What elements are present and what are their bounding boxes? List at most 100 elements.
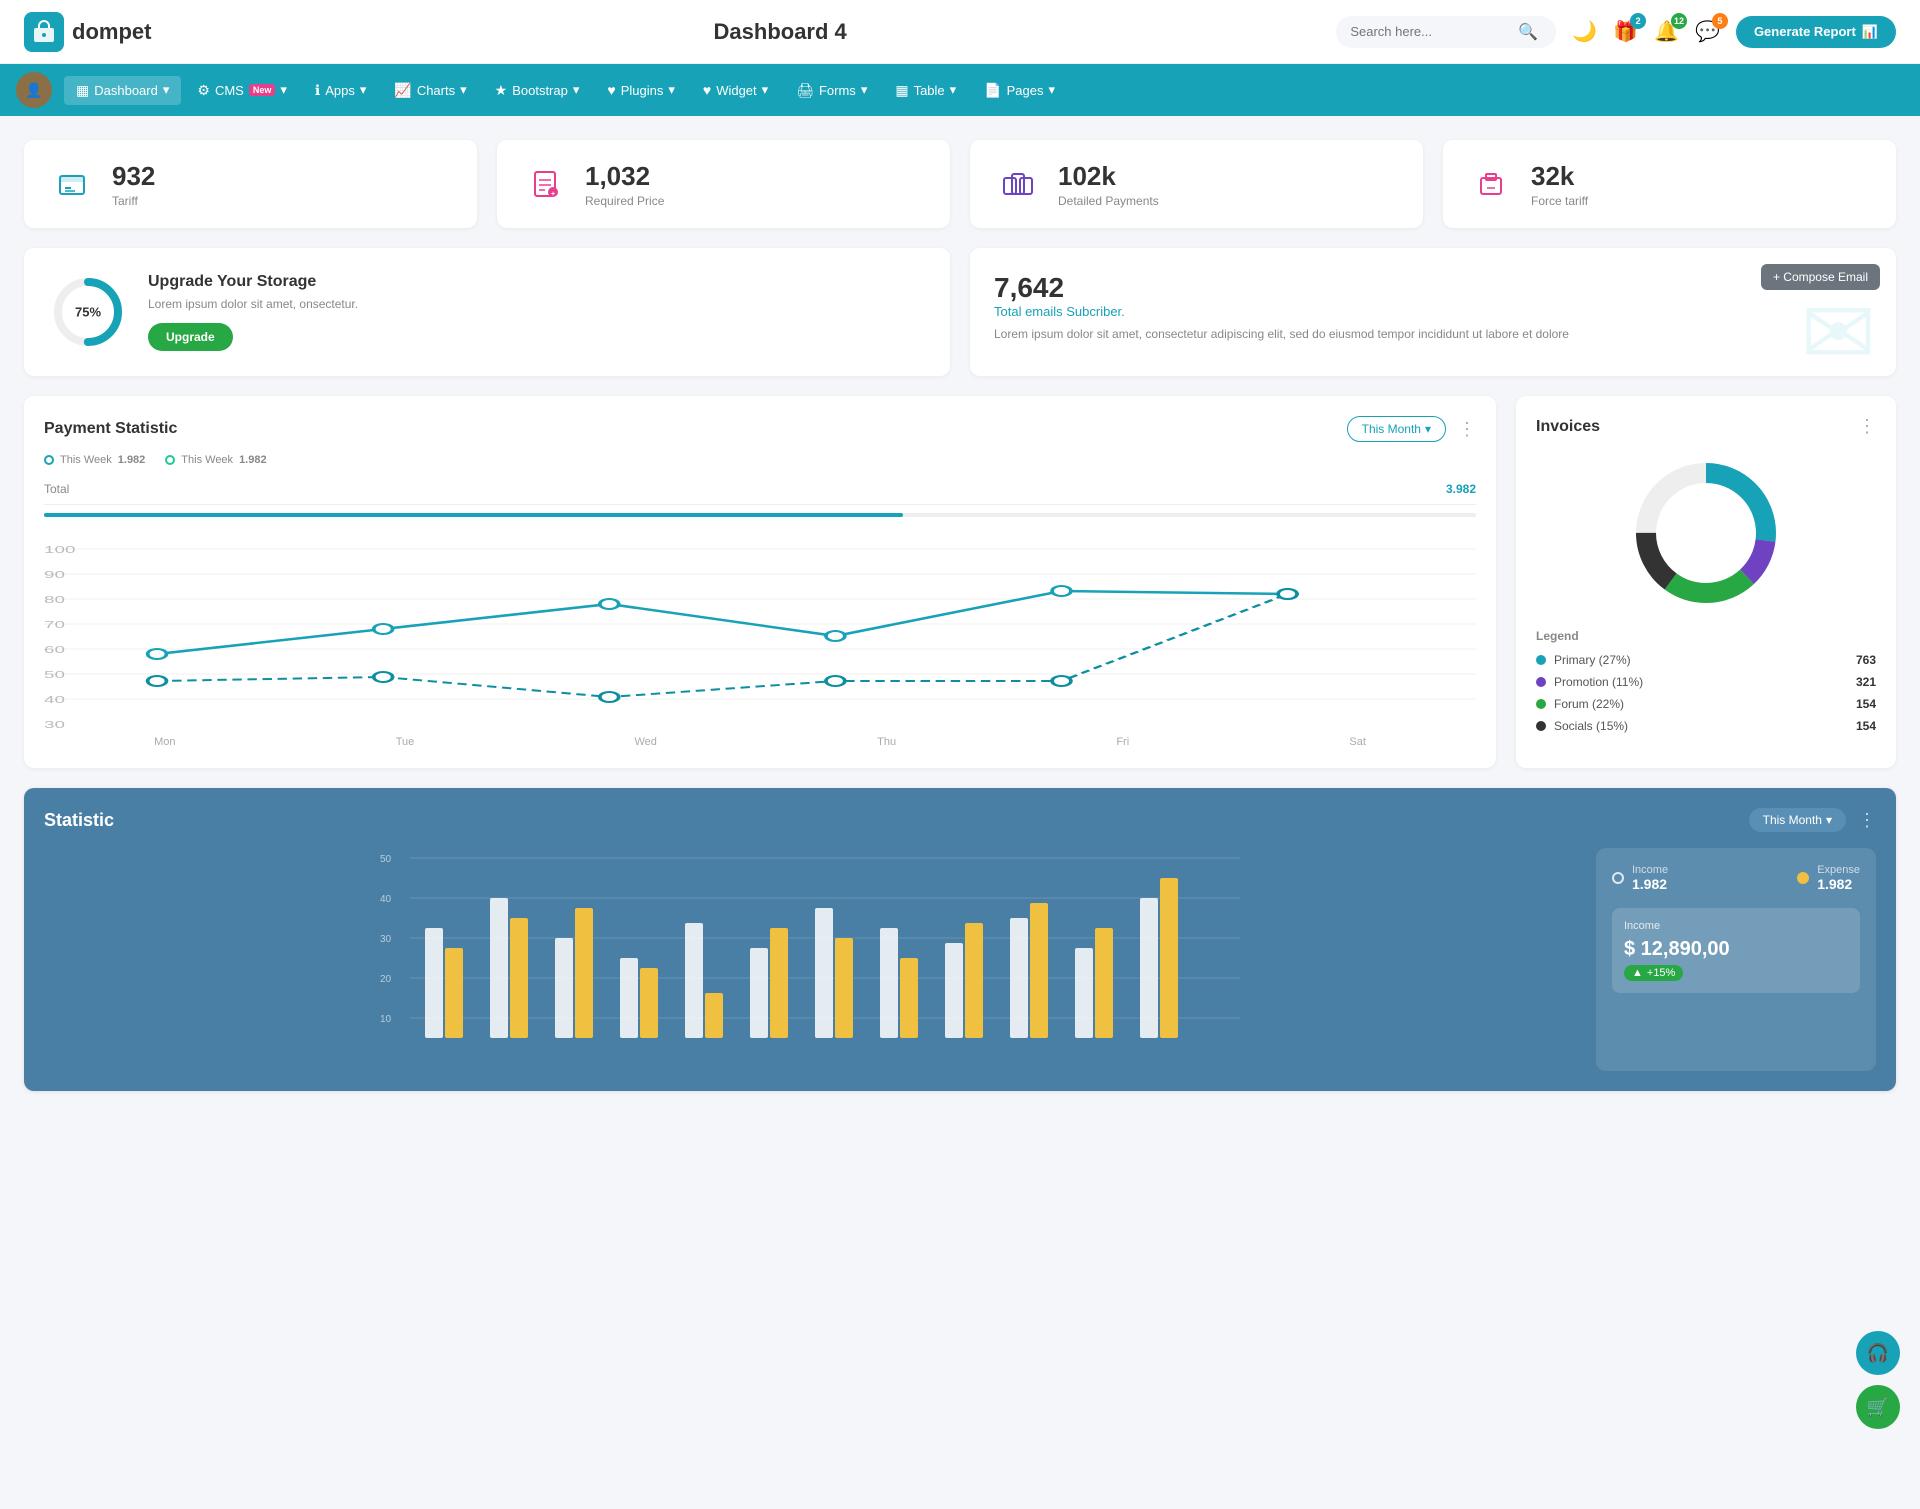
gift-icon-button[interactable]: 🎁 2: [1613, 19, 1638, 44]
apps-nav-icon: ℹ: [315, 82, 320, 99]
middle-row: 75% Upgrade Your Storage Lorem ipsum dol…: [24, 248, 1896, 376]
email-label: Total emails Subcriber.: [994, 304, 1872, 319]
page-title: Dashboard 4: [240, 19, 1320, 45]
bell-icon-button[interactable]: 🔔 12: [1654, 19, 1679, 44]
email-card: + Compose Email 7,642 Total emails Subcr…: [970, 248, 1896, 376]
logo-area: dompet: [24, 12, 224, 52]
chart-header: Payment Statistic This Month ▾ ⋮: [44, 416, 1476, 442]
expense-value: 1.982: [1817, 876, 1860, 892]
bar-chart-svg: 50 40 30 20 10: [44, 848, 1576, 1068]
this-month-label: This Month: [1362, 422, 1421, 436]
payment-statistic-card: Payment Statistic This Month ▾ ⋮ This We…: [24, 396, 1496, 768]
svg-text:30: 30: [44, 719, 65, 729]
income-value: 1.982: [1632, 876, 1668, 892]
bootstrap-chevron-icon: ▾: [573, 82, 580, 98]
forms-nav-label: Forms: [819, 83, 856, 98]
nav-item-widget[interactable]: ♥ Widget ▾: [691, 76, 780, 104]
apps-nav-label: Apps: [325, 83, 355, 98]
tariff-info: 932 Tariff: [112, 161, 155, 208]
stat-card-detailed-payments: 102k Detailed Payments: [970, 140, 1423, 228]
svg-text:80: 80: [44, 594, 65, 605]
dark-mode-icon[interactable]: 🌙: [1572, 19, 1597, 44]
chart-legends: This Week 1.982 This Week 1.982: [44, 454, 1476, 466]
svg-text:20: 20: [380, 974, 392, 985]
this-month-button[interactable]: This Month ▾: [1347, 416, 1446, 442]
bootstrap-nav-icon: ★: [495, 82, 508, 99]
invoices-more-button[interactable]: ⋮: [1858, 416, 1876, 437]
top-header: dompet Dashboard 4 🔍 🌙 🎁 2 🔔 12 💬 5 Gene…: [0, 0, 1920, 64]
x-label-thu: Thu: [877, 736, 896, 748]
plugins-chevron-icon: ▾: [668, 82, 675, 98]
required-price-value: 1,032: [585, 161, 664, 192]
gift-badge: 2: [1630, 13, 1646, 29]
header-icons: 🌙 🎁 2 🔔 12 💬 5 Generate Report 📊: [1572, 16, 1896, 48]
income-up-badge: ▲ +15%: [1624, 965, 1683, 981]
income-expense-panel: Income 1.982 Expense 1.982 Income $: [1596, 848, 1876, 1071]
search-area: 🔍: [1336, 16, 1556, 48]
statistic-more-button[interactable]: ⋮: [1858, 810, 1876, 831]
nav-item-bootstrap[interactable]: ★ Bootstrap ▾: [483, 76, 592, 105]
x-label-fri: Fri: [1116, 736, 1129, 748]
required-price-label: Required Price: [585, 194, 664, 208]
tariff-label: Tariff: [112, 194, 155, 208]
table-nav-icon: ▦: [895, 82, 908, 99]
forms-chevron-icon: ▾: [861, 82, 868, 98]
income-detail-box: Income $ 12,890,00 ▲ +15%: [1612, 908, 1860, 993]
cms-new-badge: New: [249, 84, 276, 96]
detailed-payments-value: 102k: [1058, 161, 1159, 192]
search-input[interactable]: [1350, 24, 1510, 39]
svg-text:90: 90: [44, 569, 65, 580]
stat-month-label: This Month: [1763, 813, 1822, 827]
nav-item-pages[interactable]: 📄 Pages ▾: [972, 76, 1067, 105]
nav-item-forms[interactable]: 🖨 Forms ▾: [784, 76, 879, 105]
charts-chevron-icon: ▾: [460, 82, 467, 98]
up-arrow-icon: ▲: [1632, 967, 1643, 979]
chart-total-row: Total 3.982: [44, 474, 1476, 505]
legend-promotion-left: Promotion (11%): [1536, 675, 1643, 689]
svg-text:10: 10: [380, 1014, 392, 1025]
email-bg-icon: ✉: [1801, 281, 1876, 376]
legend-value-1: 1.982: [118, 454, 146, 466]
force-tariff-info: 32k Force tariff: [1531, 161, 1588, 208]
nav-item-charts[interactable]: 📈 Charts ▾: [382, 76, 478, 105]
x-axis-labels: Mon Tue Wed Thu Fri Sat: [44, 736, 1476, 748]
chat-icon-button[interactable]: 💬 5: [1695, 19, 1720, 44]
pages-nav-label: Pages: [1007, 83, 1044, 98]
storage-title: Upgrade Your Storage: [148, 273, 358, 291]
nav-item-cms[interactable]: ⚙ CMS New ▾: [185, 76, 299, 105]
table-nav-label: Table: [914, 83, 945, 98]
chart-title: Payment Statistic: [44, 420, 177, 438]
stat-card-force-tariff: 32k Force tariff: [1443, 140, 1896, 228]
detailed-payments-icon: [994, 160, 1042, 208]
svg-text:40: 40: [380, 894, 392, 905]
legend-socials-left: Socials (15%): [1536, 719, 1628, 733]
fab-cart-button[interactable]: 🛒: [1856, 1385, 1900, 1429]
charts-nav-icon: 📈: [394, 82, 411, 99]
nav-item-table[interactable]: ▦ Table ▾: [883, 76, 968, 105]
legend-row-forum: Forum (22%) 154: [1536, 697, 1876, 711]
required-price-icon: +: [521, 160, 569, 208]
storage-percent-label: 75%: [75, 305, 101, 320]
legend-promotion-dot: [1536, 677, 1546, 687]
income-item: Income 1.982: [1612, 864, 1668, 892]
chart-more-button[interactable]: ⋮: [1458, 419, 1476, 440]
svg-text:50: 50: [44, 669, 65, 680]
force-tariff-label: Force tariff: [1531, 194, 1588, 208]
legend-socials-value: 154: [1856, 719, 1876, 733]
stat-month-button[interactable]: This Month ▾: [1749, 808, 1846, 832]
stat-month-chevron-icon: ▾: [1826, 813, 1832, 827]
chart-controls: This Month ▾ ⋮: [1347, 416, 1476, 442]
nav-item-plugins[interactable]: ♥ Plugins ▾: [595, 76, 686, 104]
search-icon[interactable]: 🔍: [1518, 22, 1538, 42]
fab-headset-button[interactable]: 🎧: [1856, 1331, 1900, 1375]
x-label-wed: Wed: [635, 736, 657, 748]
stats-row: 932 Tariff + 1,032 Required Price: [24, 140, 1896, 228]
upgrade-button[interactable]: Upgrade: [148, 323, 233, 351]
income-info: Income 1.982: [1632, 864, 1668, 892]
nav-avatar: 👤: [16, 72, 52, 108]
nav-item-apps[interactable]: ℹ Apps ▾: [303, 76, 379, 105]
generate-report-button[interactable]: Generate Report 📊: [1736, 16, 1896, 48]
nav-item-dashboard[interactable]: ▦ Dashboard ▾: [64, 76, 181, 105]
logo-text: dompet: [72, 19, 151, 45]
plugins-nav-icon: ♥: [607, 82, 615, 98]
